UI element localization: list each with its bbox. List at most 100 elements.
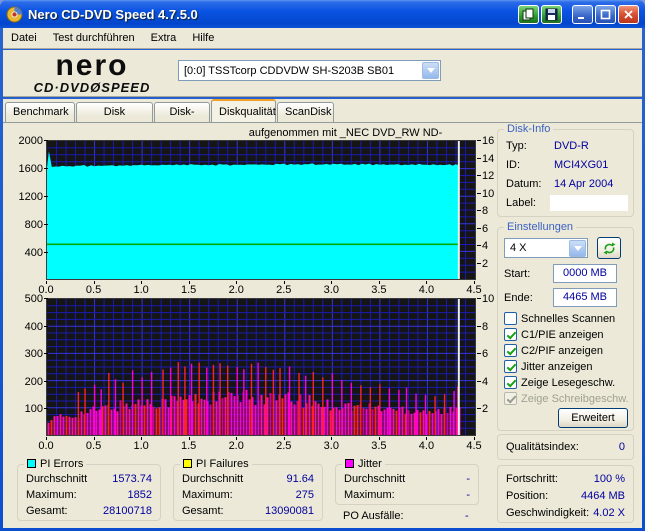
close-icon xyxy=(624,9,633,19)
ende-mb-label: Ende: xyxy=(504,292,533,304)
advanced-button[interactable]: Erweitert xyxy=(558,408,628,428)
tab-diskqualitaet[interactable]: Diskqualität xyxy=(211,99,276,122)
axis-tick-label: 1.5 xyxy=(181,284,197,296)
stat-value: 91.64 xyxy=(286,473,314,485)
axis-tick-label: 400 xyxy=(24,320,43,333)
menu-test-durchfuehren[interactable]: Test durchführen xyxy=(45,29,143,47)
quality-index-label: Qualitätsindex: xyxy=(506,441,579,453)
ende-mb-field[interactable]: 4465 MB xyxy=(553,288,617,307)
nero-logo: nero CD·DVDØSPEED xyxy=(33,49,151,96)
checkbox-box[interactable] xyxy=(504,376,517,389)
title-bar[interactable]: Nero CD-DVD Speed 4.7.5.0 xyxy=(0,0,645,28)
stat-value: 1852 xyxy=(127,489,152,501)
axis-tick-mark xyxy=(477,175,481,176)
pi-errors-stats-group: PI Errors Durchschnitt 1573.74 Maximum: … xyxy=(17,458,161,521)
axis-tick-label: 1600 xyxy=(18,163,43,175)
checkbox-box[interactable] xyxy=(504,344,517,357)
checkbox-box[interactable] xyxy=(504,328,517,341)
tab-scandisk[interactable]: ScanDisk xyxy=(277,102,334,122)
jitter-stats-group: Jitter Durchschnitt - Maximum: - xyxy=(335,458,479,505)
checkbox-c2-pif-anzeigen[interactable]: C2/PIF anzeigen xyxy=(504,344,603,357)
maximize-button[interactable] xyxy=(595,4,616,24)
axis-tick-label: 200 xyxy=(24,375,43,388)
axis-tick-mark xyxy=(44,353,48,355)
cyan-legend-icon xyxy=(27,459,36,468)
pi-errors-stats-title: PI Errors xyxy=(24,458,87,470)
menu-datei[interactable]: Datei xyxy=(3,29,45,47)
minimize-icon xyxy=(578,16,584,19)
axis-tick-mark xyxy=(477,325,481,327)
disk-datum-label: Datum: xyxy=(506,178,542,190)
pi-failures-stats-title: PI Failures xyxy=(180,458,252,470)
menu-hilfe[interactable]: Hilfe xyxy=(184,29,222,47)
checkbox-c1-pie-anzeigen[interactable]: C1/PIE anzeigen xyxy=(504,328,604,341)
axis-tick-label: 1.0 xyxy=(133,440,149,452)
tab-benchmark[interactable]: Benchmark xyxy=(5,102,75,122)
copy-icon xyxy=(522,8,534,20)
axis-tick-mark xyxy=(477,262,481,264)
checkbox-zeige-schreibgeschw[interactable]: Zeige Schreibgeschw. xyxy=(504,392,629,405)
geschwindigkeit-value: 4.02 X xyxy=(593,507,625,519)
menu-extra[interactable]: Extra xyxy=(143,29,185,47)
checkbox-box[interactable] xyxy=(504,312,517,325)
position-label: Position: xyxy=(506,490,549,502)
checkbox-box[interactable] xyxy=(504,392,517,405)
floppy-save-icon xyxy=(545,8,558,20)
menu-bar: Datei Test durchführen Extra Hilfe xyxy=(3,28,642,49)
stat-value: - xyxy=(466,489,470,501)
start-mb-label: Start: xyxy=(504,268,531,280)
axis-tick-mark xyxy=(44,168,48,169)
axis-tick-label: 1200 xyxy=(18,191,43,203)
disk-label-value xyxy=(550,195,628,211)
disk-typ-value: DVD-R xyxy=(554,140,589,152)
axis-tick-mark xyxy=(477,298,481,299)
axis-tick-mark xyxy=(44,325,48,327)
close-button[interactable] xyxy=(618,4,639,24)
axis-tick-label: 2000 xyxy=(18,135,43,147)
axis-tick-label: 800 xyxy=(24,219,43,231)
speed-select[interactable]: 4 X xyxy=(504,238,588,258)
save-button[interactable] xyxy=(541,4,562,24)
start-mb-field[interactable]: 0000 MB xyxy=(553,264,617,283)
axis-tick-mark xyxy=(477,227,481,229)
axis-tick-mark xyxy=(44,252,48,253)
stat-label: Durchschnitt xyxy=(182,473,244,485)
axis-tick-mark xyxy=(477,210,481,211)
copy-to-clipboard-button[interactable] xyxy=(518,4,539,24)
minimize-button[interactable] xyxy=(572,4,593,24)
axis-tick-mark xyxy=(477,380,481,382)
position-value: 4464 MB xyxy=(580,490,625,502)
po-ausfaelle-value: - xyxy=(465,510,469,522)
tab-disk-info[interactable]: Disk-Info xyxy=(154,102,210,137)
tab-disk-erstellen[interactable]: Disk erstellen xyxy=(76,102,153,137)
axis-tick-label: 2.5 xyxy=(276,440,292,452)
axis-tick-label: 400 xyxy=(24,247,43,259)
axis-tick-label: 4.0 xyxy=(418,440,435,452)
axis-tick-label: 300 xyxy=(24,348,43,361)
axis-tick-mark xyxy=(44,408,48,410)
quality-index-panel: Qualitätsindex: 0 xyxy=(497,434,634,460)
stat-label: Gesamt: xyxy=(182,505,224,517)
axis-tick-label: 2.0 xyxy=(228,440,244,452)
checkbox-schnelles-scannen[interactable]: Schnelles Scannen xyxy=(504,312,615,325)
speed-select-value: 4 X xyxy=(510,242,527,254)
checkbox-zeige-lesegeschw[interactable]: Zeige Lesegeschw. xyxy=(504,376,615,389)
refresh-button[interactable] xyxy=(597,237,621,259)
speed-select-dropdown-button[interactable] xyxy=(569,239,586,257)
settings-group: Einstellungen 4 X Start: 0000 MB Ende: 4… xyxy=(497,221,634,431)
axis-tick-mark xyxy=(44,380,48,382)
disk-datum-value: 14 Apr 2004 xyxy=(554,178,614,190)
checkbox-box[interactable] xyxy=(504,360,517,373)
drive-select[interactable]: [0:0] TSSTcorp CDDVDW SH-S203B SB01 xyxy=(178,60,441,81)
axis-tick-label: 0.5 xyxy=(85,284,102,296)
axis-tick-label: 0.5 xyxy=(85,440,102,452)
disk-label-label: Label: xyxy=(506,197,536,209)
diskqualitaet-page: aufgenommen mit _NEC DVD_RW ND-1300A 200… xyxy=(3,122,642,528)
stat-value: 275 xyxy=(295,489,314,501)
checkbox-jitter-anzeigen[interactable]: Jitter anzeigen xyxy=(504,360,593,373)
axis-tick-label: 2.5 xyxy=(276,284,292,296)
yellow-legend-icon xyxy=(183,459,192,468)
drive-select-dropdown-button[interactable] xyxy=(422,62,439,79)
magenta-legend-icon xyxy=(345,459,354,468)
axis-tick-label: 1.0 xyxy=(133,284,149,296)
